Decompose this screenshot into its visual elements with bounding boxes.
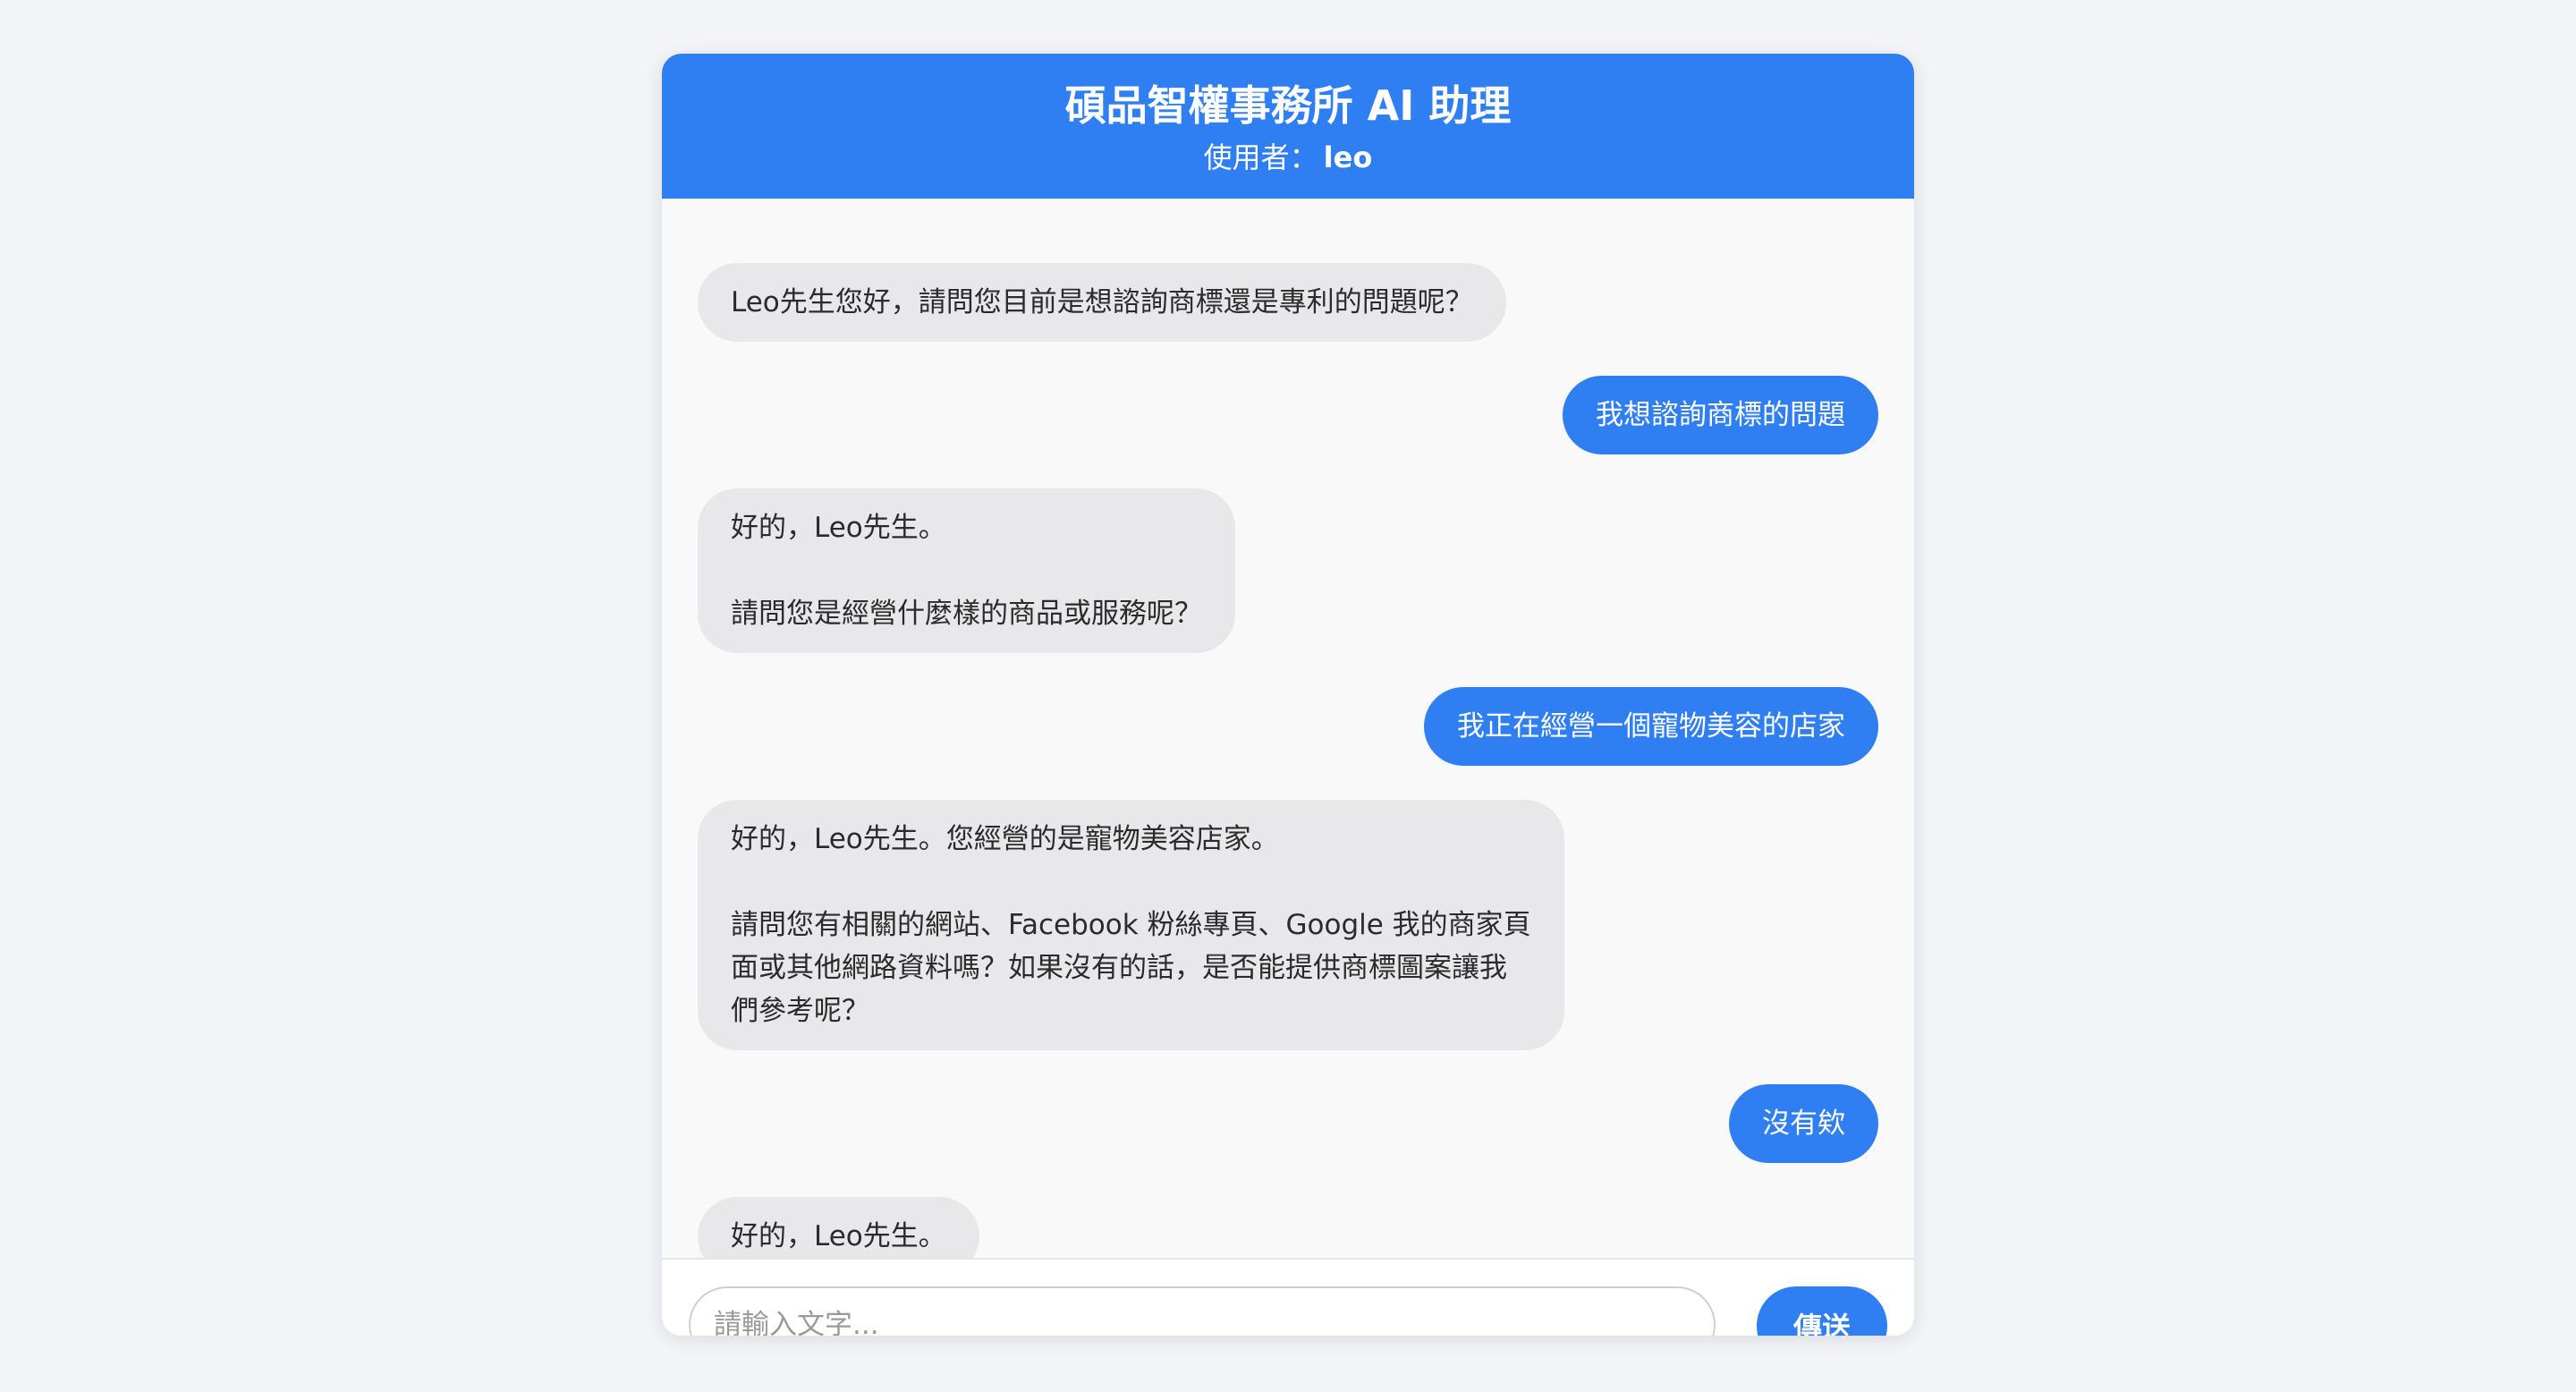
message-input[interactable] <box>689 1286 1716 1336</box>
user-message: 沒有欸 <box>1729 1084 1878 1163</box>
chat-header: 碩品智權事務所 AI 助理 使用者： leo <box>662 54 1914 199</box>
bot-message: 好的，Leo先生。 <box>698 1197 979 1258</box>
bot-message: 好的，Leo先生。您經營的是寵物美容店家。 請問您有相關的網站、Facebook… <box>698 800 1564 1050</box>
chat-window: 碩品智權事務所 AI 助理 使用者： leo Leo先生您好，請問您目前是想諮詢商… <box>662 54 1914 1336</box>
bot-message: Leo先生您好，請問您目前是想諮詢商標還是專利的問題呢？ <box>698 263 1506 342</box>
current-user: 使用者： leo <box>662 138 1914 177</box>
bot-message: 好的，Leo先生。 請問您是經營什麼樣的商品或服務呢？ <box>698 488 1235 653</box>
user-name: leo <box>1323 140 1373 174</box>
user-message: 我正在經營一個寵物美容的店家 <box>1424 687 1878 766</box>
message-list[interactable]: Leo先生您好，請問您目前是想諮詢商標還是專利的問題呢？ 我想諮詢商標的問題 好… <box>662 199 1914 1258</box>
composer: 傳送 <box>662 1258 1914 1336</box>
page-title: 碩品智權事務所 AI 助理 <box>1064 81 1512 130</box>
user-message: 我想諮詢商標的問題 <box>1563 376 1878 454</box>
send-button[interactable]: 傳送 <box>1757 1286 1887 1336</box>
user-label: 使用者： <box>1203 140 1318 174</box>
